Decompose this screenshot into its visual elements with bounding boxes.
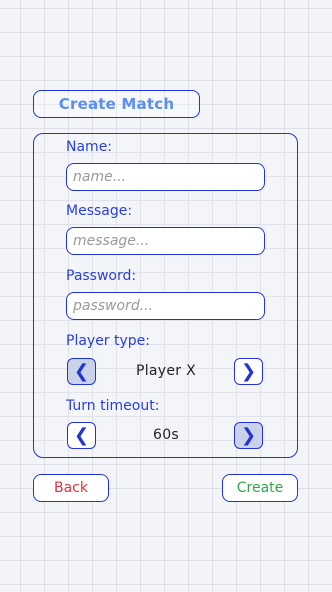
create-button-label: Create — [236, 480, 284, 496]
back-button-label: Back — [54, 480, 88, 496]
message-input[interactable] — [66, 227, 265, 255]
turn-timeout-value: 60s — [152, 427, 179, 443]
page-title: Create Match — [58, 95, 175, 113]
turn-timeout-next-button[interactable]: ❯ — [234, 422, 263, 449]
turn-timeout-label: Turn timeout: — [66, 398, 160, 414]
turn-timeout-prev-button[interactable]: ❮ — [67, 422, 96, 449]
create-match-header: Create Match — [33, 90, 200, 118]
chevron-left-icon: ❮ — [73, 361, 90, 382]
name-label: Name: — [66, 139, 113, 155]
chevron-right-icon: ❯ — [240, 425, 257, 446]
chevron-left-icon: ❮ — [73, 425, 90, 446]
password-label: Password: — [66, 268, 137, 284]
player-type-value: Player X — [135, 363, 196, 379]
message-label: Message: — [66, 203, 133, 219]
create-button[interactable]: Create — [222, 474, 298, 502]
name-input[interactable] — [66, 163, 265, 191]
chevron-right-icon: ❯ — [240, 361, 257, 382]
player-type-label: Player type: — [66, 333, 151, 349]
create-match-form: Name: Message: Password: Player type: ❮ … — [33, 133, 298, 458]
player-type-next-button[interactable]: ❯ — [234, 358, 263, 385]
password-input[interactable] — [66, 292, 265, 320]
back-button[interactable]: Back — [33, 474, 109, 502]
player-type-prev-button[interactable]: ❮ — [67, 358, 96, 385]
